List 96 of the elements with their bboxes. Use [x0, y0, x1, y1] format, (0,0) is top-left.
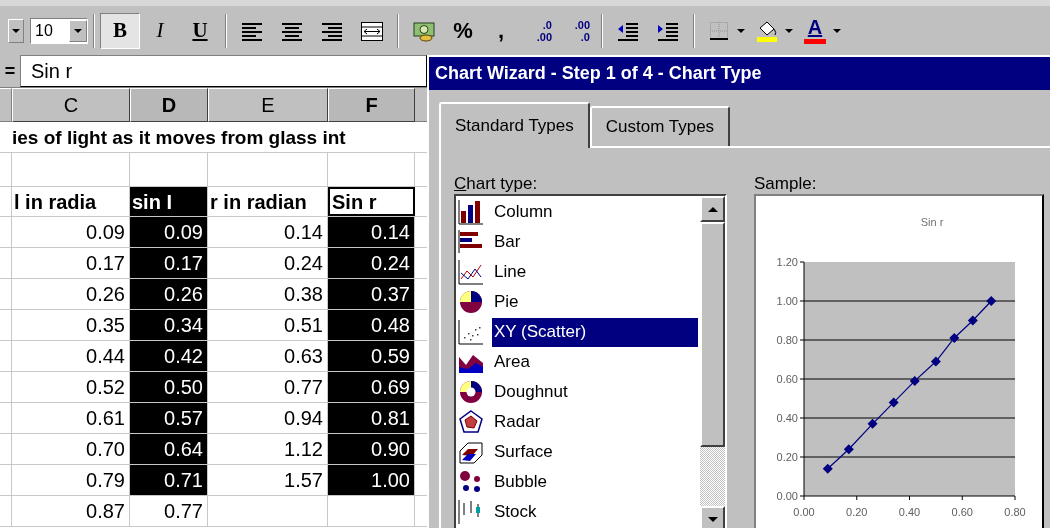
- axis-label: 0.60: [951, 506, 973, 518]
- table-cell[interactable]: r in radian: [208, 187, 328, 216]
- chart-type-list[interactable]: Column Bar Line Pie XY (Scatter) Area Doughnut Radar Surface Bubble Stock: [454, 194, 727, 528]
- axis-label: 0.40: [776, 412, 798, 424]
- table-cell[interactable]: 0.64: [130, 434, 208, 464]
- caret-icon: [73, 27, 83, 34]
- column-header[interactable]: F: [328, 88, 415, 122]
- table-cell[interactable]: 0.57: [130, 403, 208, 433]
- data-point: [986, 296, 997, 306]
- list-item[interactable]: Stock: [492, 497, 698, 527]
- list-item[interactable]: Column: [492, 197, 698, 227]
- scroll-thumb[interactable]: [700, 222, 725, 447]
- data-point: [888, 397, 899, 408]
- axis-label: 1.00: [776, 295, 798, 307]
- data-point: [822, 463, 833, 474]
- up-arrow-icon: [706, 205, 719, 213]
- caret-icon: [832, 27, 842, 34]
- formula-field[interactable]: Sin r: [20, 55, 427, 87]
- sample-label: Sample:: [754, 173, 818, 194]
- list-item[interactable]: Bubble: [492, 467, 698, 497]
- bold-button[interactable]: B: [100, 12, 140, 49]
- table-cell[interactable]: 0.42: [130, 341, 208, 371]
- list-item[interactable]: Pie: [492, 287, 698, 317]
- data-point: [909, 375, 920, 386]
- line-chart-icon: [458, 259, 484, 285]
- column-chart-icon: [458, 199, 484, 225]
- surface-chart-icon: [458, 439, 484, 465]
- data-point: [867, 418, 878, 429]
- dropdown-button[interactable]: [69, 19, 87, 42]
- table-cell[interactable]: 0.48: [328, 310, 415, 340]
- table-cell[interactable]: 0.26: [130, 279, 208, 309]
- axis-label: 0.80: [776, 334, 798, 346]
- table-cell[interactable]: l in radia: [12, 187, 130, 216]
- list-item[interactable]: XY (Scatter): [492, 317, 698, 347]
- table-cell[interactable]: 0.24: [328, 248, 415, 278]
- chart-type-label: Chart type:: [454, 173, 539, 194]
- comma-style-button[interactable]: ,: [482, 12, 520, 49]
- column-header[interactable]: D: [130, 88, 208, 122]
- table-cell[interactable]: 0.09: [130, 217, 208, 247]
- table-cell[interactable]: 0.17: [130, 248, 208, 278]
- dialog-title: Chart Wizard - Step 1 of 4 - Chart Type: [429, 57, 1050, 90]
- caret-icon: [736, 27, 746, 34]
- percent-style-button[interactable]: %: [444, 12, 482, 49]
- table-cell[interactable]: 0.81: [328, 403, 415, 433]
- axis-label: 0.80: [1004, 506, 1026, 518]
- data-point: [949, 333, 960, 344]
- dropdown-button[interactable]: [8, 18, 24, 43]
- table-cell[interactable]: 0.59: [328, 341, 415, 371]
- table-cell[interactable]: 0.37: [328, 279, 415, 309]
- column-header[interactable]: E: [208, 88, 328, 122]
- list-item[interactable]: Bar: [492, 227, 698, 257]
- tab[interactable]: Custom Types: [589, 106, 731, 146]
- tab[interactable]: Standard Types: [439, 102, 590, 148]
- table-cell[interactable]: 1.00: [328, 465, 415, 495]
- pie-chart-icon: [458, 289, 484, 315]
- font-size-field[interactable]: 10: [30, 17, 88, 44]
- scatter-chart-icon: [458, 319, 484, 345]
- column-header[interactable]: C: [12, 88, 130, 122]
- table-cell[interactable]: 0.14: [328, 217, 415, 247]
- table-cell[interactable]: Sin r: [328, 187, 415, 216]
- list-item[interactable]: Line: [492, 257, 698, 287]
- table-cell[interactable]: 0.50: [130, 372, 208, 402]
- axis-label: 0.20: [776, 451, 798, 463]
- list-item[interactable]: Doughnut: [492, 377, 698, 407]
- table-cell[interactable]: sin I: [130, 187, 208, 216]
- axis-label: 0.20: [846, 506, 868, 518]
- doughnut-chart-icon: [458, 379, 484, 405]
- axis-label: 0.60: [776, 373, 798, 385]
- increase-decimal-button[interactable]: .0 .00: [520, 12, 558, 49]
- scroll-down-button[interactable]: [700, 506, 725, 528]
- caret-icon: [11, 27, 21, 34]
- font-color-button[interactable]: A: [800, 12, 830, 49]
- table-title: ies of light as it moves from glass int: [12, 126, 346, 150]
- data-point: [967, 315, 978, 326]
- table-cell[interactable]: 0.90: [328, 434, 415, 464]
- axis-label: 0.40: [898, 506, 921, 518]
- axis-label: 1.20: [776, 256, 798, 268]
- color-bar: [804, 39, 826, 44]
- bar-chart-icon: [458, 229, 484, 255]
- decrease-decimal-button[interactable]: .00 .0: [558, 12, 596, 49]
- data-point: [930, 356, 941, 367]
- scroll-up-button[interactable]: [700, 196, 725, 222]
- table-cell[interactable]: 0.71: [130, 465, 208, 495]
- list-item[interactable]: Radar: [492, 407, 698, 437]
- table-cell[interactable]: 0.34: [130, 310, 208, 340]
- list-item[interactable]: Surface: [492, 437, 698, 467]
- caret-icon: [784, 27, 794, 34]
- down-arrow-icon: [706, 515, 719, 523]
- table-cell[interactable]: 0.69: [328, 372, 415, 402]
- radar-chart-icon: [458, 409, 484, 435]
- axis-label: 0.00: [793, 506, 815, 518]
- data-point: [843, 444, 854, 455]
- scrollbar[interactable]: [700, 196, 725, 528]
- chart-title: Sin r: [920, 216, 944, 228]
- list-item[interactable]: Area: [492, 347, 698, 377]
- axis-label: 0.00: [776, 490, 798, 502]
